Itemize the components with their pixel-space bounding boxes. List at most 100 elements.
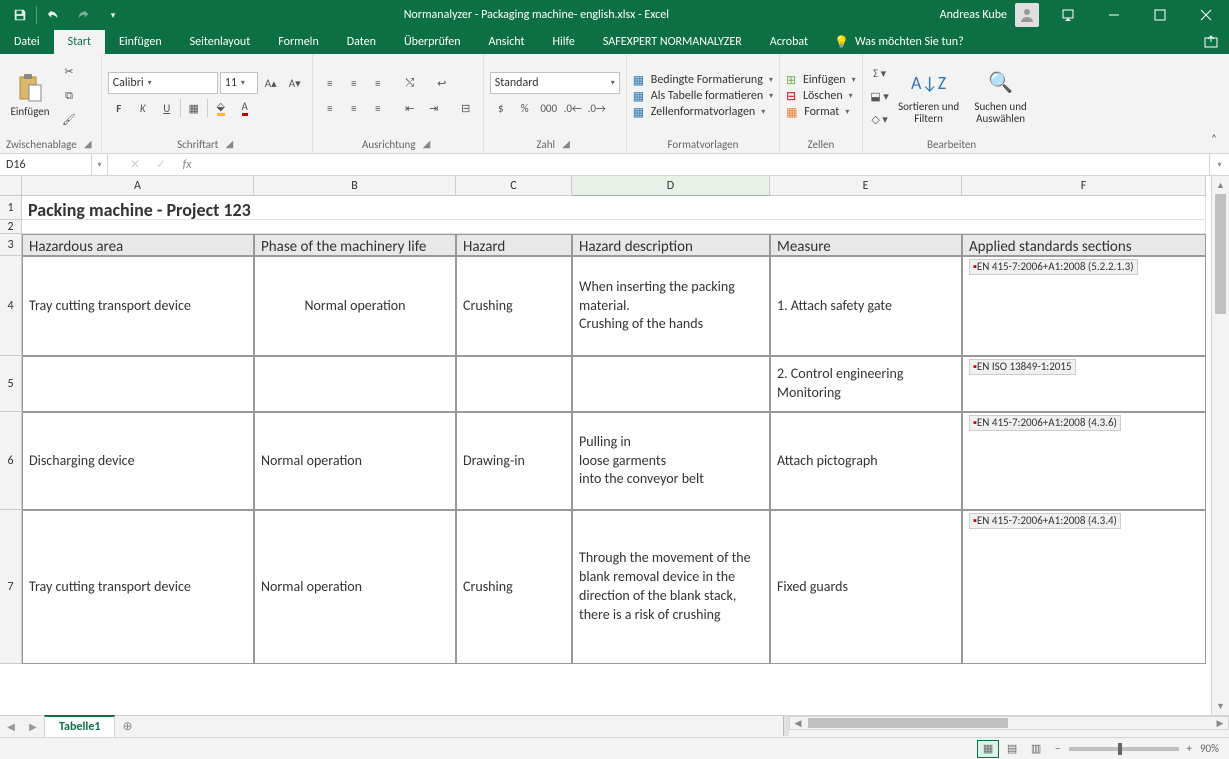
name-box-dropdown-icon[interactable]: ▾ [92,154,108,175]
sheet-tab[interactable]: Tabelle1 [44,715,115,737]
row-header[interactable]: 6 [0,412,22,510]
tab-safexpert[interactable]: SAFEXPERT NORMANALYZER [589,30,756,54]
tab-ansicht[interactable]: Ansicht [475,30,539,54]
bold-icon[interactable]: F [108,97,130,119]
zoom-in-icon[interactable]: + [1187,742,1192,755]
format-as-table-button[interactable]: ▦ Als Tabelle formatieren▾ [633,89,773,104]
new-sheet-button[interactable]: ⊕ [115,716,139,737]
tell-me-search[interactable]: 💡 Was möchten Sie tun? [822,35,976,50]
maximize-button[interactable] [1137,0,1183,30]
table-cell[interactable] [456,356,572,412]
increase-font-icon[interactable]: A▴ [260,72,282,94]
page-break-view-icon[interactable]: ▥ [1025,740,1047,758]
zoom-out-icon[interactable]: − [1055,742,1060,755]
table-cell[interactable] [254,356,456,412]
underline-icon[interactable]: U [156,97,178,119]
table-cell[interactable]: 2. Control engineering Monitoring [770,356,962,412]
table-header-cell[interactable]: Hazardous area [22,234,254,256]
dialog-launcher-icon[interactable]: ◢ [420,137,434,151]
tab-start[interactable]: Start [54,30,105,54]
fill-color-icon[interactable]: ⬙ [210,97,232,119]
user-avatar-icon[interactable] [1015,3,1039,27]
cut-icon[interactable]: ✂ [58,61,80,83]
increase-decimal-icon[interactable]: .0← [562,97,584,119]
table-cell[interactable]: Pulling in loose garments into the conve… [572,412,770,510]
column-header[interactable]: D [572,176,770,196]
sort-filter-button[interactable]: A↓Z Sortieren und Filtern [895,61,963,131]
table-cell[interactable]: ▪EN 415-7:2006+A1:2008 (4.3.6) [962,412,1206,510]
name-box[interactable]: D16 [0,154,92,175]
table-cell[interactable]: Tray cutting transport device [22,510,254,664]
table-cell[interactable]: 1. Attach safety gate [770,256,962,356]
table-header-cell[interactable]: Hazard description [572,234,770,256]
delete-cells-button[interactable]: ⊟ Löschen▾ [786,89,855,104]
sheet-nav-next-icon[interactable]: ▶ [22,720,44,733]
percent-icon[interactable]: % [514,97,536,119]
qa-customize-icon[interactable]: ▾ [99,2,127,28]
undo-icon[interactable] [39,2,67,28]
h-scroll-thumb[interactable] [808,718,1008,728]
format-cells-button[interactable]: ▦ Format▾ [786,105,855,120]
page-layout-view-icon[interactable]: ▤ [1001,740,1023,758]
tab-acrobat[interactable]: Acrobat [756,30,822,54]
tab-ueberpruefen[interactable]: Überprüfen [390,30,475,54]
tab-einfuegen[interactable]: Einfügen [105,30,176,54]
scroll-right-icon[interactable]: ▶ [1212,718,1228,729]
column-header[interactable]: A [22,176,254,196]
project-title[interactable]: Packing machine - Project 123 [22,196,1206,220]
align-top-icon[interactable]: ≡ [319,72,341,94]
column-header[interactable]: C [456,176,572,196]
zoom-slider[interactable] [1069,747,1179,751]
ribbon-options-icon[interactable] [1045,0,1091,30]
table-header-cell[interactable]: Hazard [456,234,572,256]
number-format-combo[interactable]: Standard▾ [490,72,620,94]
align-middle-icon[interactable]: ≡ [343,72,365,94]
indent-inc-icon[interactable]: ⇥ [423,97,445,119]
table-header-cell[interactable]: Applied standards sections [962,234,1206,256]
dialog-launcher-icon[interactable]: ◢ [222,137,236,151]
table-cell[interactable] [22,356,254,412]
copy-icon[interactable]: ⧉ [58,85,80,107]
font-name-combo[interactable]: Calibri▾ [108,72,218,94]
dialog-launcher-icon[interactable]: ◢ [559,137,573,151]
table-cell[interactable]: Crushing [456,510,572,664]
normal-view-icon[interactable]: ▦ [977,740,999,758]
scroll-down-icon[interactable]: ▼ [1212,697,1229,715]
share-button[interactable] [1193,34,1229,50]
fx-icon[interactable]: fx [174,154,200,175]
table-cell[interactable]: Normal operation [254,510,456,664]
font-size-combo[interactable]: 11▾ [220,72,258,94]
table-header-cell[interactable]: Phase of the machinery life [254,234,456,256]
row-header[interactable]: 1 [0,196,22,220]
dialog-launcher-icon[interactable]: ◢ [81,137,95,151]
indent-dec-icon[interactable]: ⇤ [399,97,421,119]
tab-daten[interactable]: Daten [333,30,390,54]
minimize-button[interactable] [1091,0,1137,30]
table-cell[interactable] [572,356,770,412]
select-all-corner[interactable] [0,176,22,196]
table-cell[interactable]: Through the movement of the blank remova… [572,510,770,664]
table-cell[interactable]: Normal operation [254,412,456,510]
table-cell[interactable]: ▪EN 415-7:2006+A1:2008 (5.2.2.1.3) [962,256,1206,356]
font-color-icon[interactable]: A [234,97,256,119]
align-bottom-icon[interactable]: ≡ [367,72,389,94]
tab-datei[interactable]: Datei [0,30,54,54]
cell[interactable] [22,220,1206,234]
table-cell[interactable]: Fixed guards [770,510,962,664]
table-cell[interactable]: Normal operation [254,256,456,356]
expand-formula-bar-icon[interactable]: ▾ [1209,154,1229,175]
align-right-icon[interactable]: ≡ [367,97,389,119]
decrease-decimal-icon[interactable]: .0→ [586,97,608,119]
table-cell[interactable]: ▪EN ISO 13849-1:2015 [962,356,1206,412]
align-center-icon[interactable]: ≡ [343,97,365,119]
zoom-level[interactable]: 90% [1200,742,1219,755]
row-header[interactable]: 5 [0,356,22,412]
italic-icon[interactable]: K [132,97,154,119]
horizontal-scrollbar[interactable]: ◀ ▶ [789,716,1229,730]
align-left-icon[interactable]: ≡ [319,97,341,119]
fill-icon[interactable]: ⬓ ▾ [869,85,891,107]
collapse-ribbon-icon[interactable]: ˄ [1203,127,1225,149]
scroll-up-icon[interactable]: ▲ [1212,176,1229,194]
vertical-scrollbar[interactable]: ▲ ▼ [1211,176,1229,715]
redo-icon[interactable] [69,2,97,28]
